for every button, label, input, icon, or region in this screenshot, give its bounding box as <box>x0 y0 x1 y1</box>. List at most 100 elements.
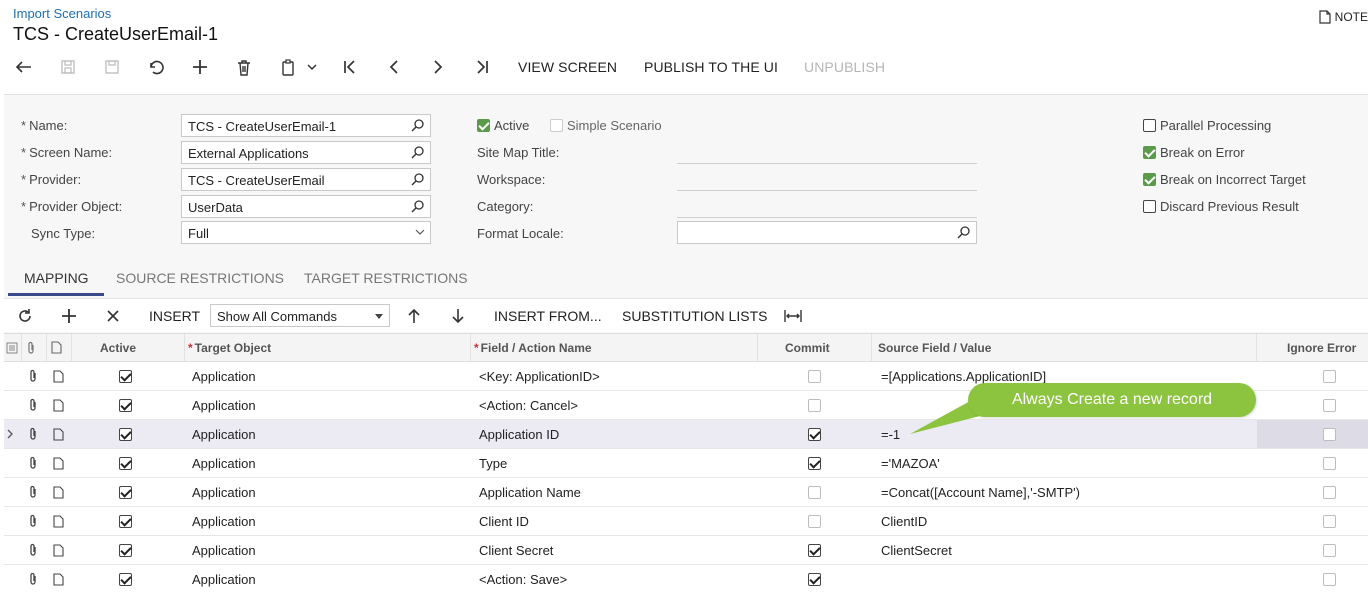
next-record-icon[interactable] <box>427 56 449 78</box>
active-checkbox[interactable] <box>119 514 132 528</box>
chevron-down-icon[interactable] <box>415 228 425 236</box>
col-target-object-header[interactable]: * Target Object <box>188 334 271 361</box>
discard-previous-result-check[interactable] <box>1143 200 1156 213</box>
notes-button[interactable]: NOTE <box>1319 10 1368 24</box>
field-action-cell[interactable]: <Key: ApplicationID> <box>479 362 600 390</box>
commit-checkbox[interactable] <box>808 572 821 586</box>
ignore-error-checkbox[interactable] <box>1323 456 1336 470</box>
note-icon[interactable] <box>53 536 64 564</box>
active-checkbox[interactable] <box>119 427 132 441</box>
ignore-error-checkbox[interactable] <box>1323 427 1336 441</box>
commit-checkbox[interactable] <box>808 427 821 441</box>
arrow-down-icon[interactable] <box>447 305 469 327</box>
delete-row-icon[interactable] <box>102 305 124 327</box>
active-checkbox[interactable] <box>119 456 132 470</box>
fit-columns-icon[interactable] <box>782 305 804 327</box>
discard-previous-result-checkbox[interactable]: Discard Previous Result <box>1143 199 1299 214</box>
search-icon[interactable] <box>411 118 425 132</box>
ignore-error-checkbox[interactable] <box>1323 514 1336 528</box>
simple-scenario-checkbox[interactable]: Simple Scenario <box>550 118 662 133</box>
last-record-icon[interactable] <box>471 56 493 78</box>
commit-checkbox[interactable] <box>808 485 821 499</box>
parallel-processing-check[interactable] <box>1143 119 1156 132</box>
attachment-icon[interactable] <box>28 362 38 390</box>
note-icon[interactable] <box>53 391 64 419</box>
source-field-cell[interactable]: =-1 <box>881 420 900 448</box>
ignore-error-checkbox[interactable] <box>1323 485 1336 499</box>
show-commands-select[interactable]: Show All Commands <box>210 304 390 327</box>
sync-type-select[interactable]: Full <box>181 221 431 244</box>
commit-checkbox[interactable] <box>808 398 821 412</box>
target-object-cell[interactable]: Application <box>192 391 256 419</box>
target-object-cell[interactable]: Application <box>192 565 256 592</box>
attachment-icon[interactable] <box>28 478 38 506</box>
add-row-icon[interactable] <box>58 305 80 327</box>
source-field-cell[interactable]: ClientID <box>881 507 927 535</box>
active-checkbox[interactable] <box>119 572 132 586</box>
attachment-icon[interactable] <box>28 420 38 448</box>
break-on-incorrect-target-checkbox[interactable]: Break on Incorrect Target <box>1143 172 1306 187</box>
note-icon[interactable] <box>53 507 64 535</box>
target-object-cell[interactable]: Application <box>192 536 256 564</box>
table-row[interactable]: Application Application Name =Concat([Acco… <box>4 478 1368 507</box>
substitution-lists-button[interactable]: SUBSTITUTION LISTS <box>622 308 767 324</box>
active-checkbox[interactable] <box>119 485 132 499</box>
active-checkbox[interactable]: Active <box>477 118 529 133</box>
insert-button[interactable]: INSERT <box>149 308 200 324</box>
attachment-icon[interactable] <box>28 536 38 564</box>
attachment-icon[interactable] <box>28 565 38 592</box>
target-object-cell[interactable]: Application <box>192 362 256 390</box>
provider-object-field[interactable]: UserData <box>181 195 431 218</box>
commit-checkbox[interactable] <box>808 369 821 383</box>
source-field-cell[interactable]: =Concat([Account Name],'-SMTP') <box>881 478 1080 506</box>
field-action-cell[interactable]: Client Secret <box>479 536 553 564</box>
breadcrumb[interactable]: Import Scenarios <box>13 6 111 21</box>
target-object-cell[interactable]: Application <box>192 449 256 477</box>
undo-icon[interactable] <box>145 56 167 78</box>
publish-button[interactable]: PUBLISH TO THE UI <box>644 59 778 75</box>
break-on-error-checkbox[interactable]: Break on Error <box>1143 145 1245 160</box>
commit-checkbox[interactable] <box>808 543 821 557</box>
break-on-error-check[interactable] <box>1143 146 1156 159</box>
field-action-cell[interactable]: Application Name <box>479 478 581 506</box>
active-checkbox[interactable] <box>119 543 132 557</box>
active-checkbox[interactable] <box>119 369 132 383</box>
commit-checkbox[interactable] <box>808 514 821 528</box>
ignore-error-checkbox[interactable] <box>1323 398 1336 412</box>
note-icon[interactable] <box>53 420 64 448</box>
field-action-cell[interactable]: Client ID <box>479 507 529 535</box>
field-action-cell[interactable]: <Action: Save> <box>479 565 567 592</box>
parallel-processing-checkbox[interactable]: Parallel Processing <box>1143 118 1271 133</box>
target-object-cell[interactable]: Application <box>192 420 256 448</box>
paste-icon[interactable] <box>277 56 299 78</box>
note-icon[interactable] <box>53 449 64 477</box>
target-object-cell[interactable]: Application <box>192 478 256 506</box>
back-icon[interactable] <box>13 56 35 78</box>
active-check[interactable] <box>477 119 490 132</box>
note-icon[interactable] <box>53 565 64 592</box>
search-icon[interactable] <box>411 145 425 159</box>
target-object-cell[interactable]: Application <box>192 507 256 535</box>
col-active-header[interactable]: Active <box>100 334 136 361</box>
table-row[interactable]: Application Client ID ClientID <box>4 507 1368 536</box>
note-icon[interactable] <box>53 478 64 506</box>
col-commit-header[interactable]: Commit <box>785 334 830 361</box>
break-on-incorrect-target-check[interactable] <box>1143 173 1156 186</box>
col-source-field-header[interactable]: Source Field / Value <box>878 334 991 361</box>
attachment-icon[interactable] <box>28 449 38 477</box>
unpublish-button[interactable]: UNPUBLISH <box>804 59 885 75</box>
first-record-icon[interactable] <box>339 56 361 78</box>
simple-scenario-check[interactable] <box>550 119 563 132</box>
tab-mapping[interactable]: MAPPING <box>24 270 89 286</box>
add-icon[interactable] <box>189 56 211 78</box>
refresh-icon[interactable] <box>14 305 36 327</box>
screen-name-field[interactable]: External Applications <box>181 141 431 164</box>
format-locale-field[interactable] <box>677 221 977 244</box>
table-row[interactable]: Application Application ID =-1 <box>4 420 1368 449</box>
provider-field[interactable]: TCS - CreateUserEmail <box>181 168 431 191</box>
attachment-icon[interactable] <box>28 507 38 535</box>
delete-icon[interactable] <box>233 56 255 78</box>
attachment-icon[interactable] <box>28 391 38 419</box>
active-checkbox[interactable] <box>119 398 132 412</box>
search-icon[interactable] <box>957 225 971 239</box>
